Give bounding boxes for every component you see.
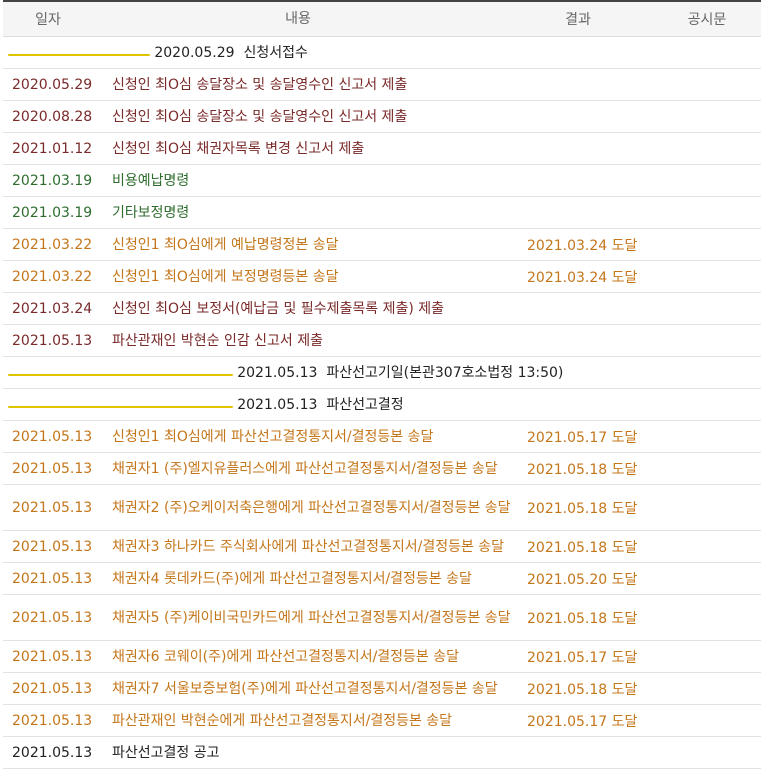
table-row: 2021.01.12 신청인 최O심 채권자목록 변경 신고서 제출 (3, 133, 761, 165)
table-row: 2020.05.29 신청서접수 (3, 37, 761, 69)
row-date: 2021.05.13 (12, 712, 93, 729)
highlight-mark (8, 53, 151, 56)
table-row: 2021.05.13 채권자2 (주)오케이저축은행에게 파산선고결정통지서/결정… (3, 485, 761, 531)
table-body: 2020.05.29 신청서접수 2020.05.29 신청인 최O심 송달장소 및 … (3, 37, 761, 769)
highlight-mark (8, 373, 234, 376)
row-result: 2021.05.17 도달 (527, 713, 638, 730)
row-content: 채권자3 하나카드 주식회사에게 파산선고결정통지서/결정등본 송달 (112, 538, 505, 555)
row-content: 파산선고결정 (326, 396, 404, 413)
row-date: 2021.05.13 (12, 499, 93, 516)
row-result: 2021.05.18 도달 (527, 610, 638, 627)
row-content: 신청인 최O심 채권자목록 변경 신고서 제출 (112, 140, 365, 157)
table-row: 2020.08.28 신청인 최O심 송달장소 및 송달영수인 신고서 제출 (3, 101, 761, 133)
table-header: 일자 내용 결과 공시문 (3, 2, 761, 37)
row-date: 2021.05.13 (12, 570, 93, 587)
table-row: 2020.05.29 신청인 최O심 송달장소 및 송달영수인 신고서 제출 (3, 69, 761, 101)
table-row: 2021.05.13 파산선고결정 공고 (3, 737, 761, 769)
row-date: 2021.03.24 (12, 300, 93, 317)
row-content: 파산관재인 박현순에게 파산선고결정통지서/결정등본 송달 (112, 712, 453, 729)
row-result: 2021.03.24 도달 (527, 269, 638, 286)
row-result: 2021.05.18 도달 (527, 681, 638, 698)
row-result: 2021.05.18 도달 (527, 500, 638, 517)
row-result: 2021.05.20 도달 (527, 571, 638, 588)
table-row: 2021.05.13 채권자5 (주)케이비국민카드에게 파산선고결정통지서/결정… (3, 595, 761, 641)
table-row: 2021.05.13 채권자4 롯데카드(주)에게 파산선고결정통지서/결정등본 … (3, 563, 761, 595)
row-date: 2020.08.28 (12, 108, 93, 125)
case-history-table: 일자 내용 결과 공시문 2020.05.29 신청서접수 2020.05.29 신청… (3, 0, 761, 769)
row-result: 2021.05.17 도달 (527, 649, 638, 666)
row-result: 2021.05.18 도달 (527, 461, 638, 478)
row-date: 2021.03.22 (12, 236, 93, 253)
row-content: 기타보정명령 (112, 204, 190, 221)
row-date: 2021.03.19 (12, 204, 93, 221)
row-date: 2021.05.13 (12, 680, 93, 697)
row-content: 파산선고결정 공고 (112, 744, 220, 761)
table-row: 2021.03.24 신청인 최O심 보정서(예납금 및 필수제출목록 제출) 제… (3, 293, 761, 325)
row-content: 채권자1 (주)엘지유플러스에게 파산선고결정통지서/결정등본 송달 (112, 460, 498, 477)
table-row: 2021.05.13 파산관재인 박현순에게 파산선고결정통지서/결정등본 송달 2… (3, 705, 761, 737)
row-content: 신청인1 최O심에게 파산선고결정통지서/결정등본 송달 (112, 428, 434, 445)
table-row: 2021.05.13 파산선고결정 (3, 389, 761, 421)
table-row: 2021.03.22 신청인1 최O심에게 보정명령등본 송달 2021.03.24… (3, 261, 761, 293)
row-result: 2021.05.18 도달 (527, 539, 638, 556)
row-date: 2021.05.13 (12, 538, 93, 555)
header-date: 일자 (35, 12, 61, 28)
row-date: 2021.05.13 (12, 648, 93, 665)
row-date: 2021.03.22 (12, 268, 93, 285)
row-content: 신청서접수 (243, 44, 308, 61)
table-row: 2021.05.13 신청인1 최O심에게 파산선고결정통지서/결정등본 송달 20… (3, 421, 761, 453)
row-date: 2021.05.13 (12, 609, 93, 626)
row-date: 2021.05.13 (12, 428, 93, 445)
table-row: 2021.05.13 채권자7 서울보증보험(주)에게 파산선고결정통지서/결정등… (3, 673, 761, 705)
row-content: 채권자6 코웨이(주)에게 파산선고결정통지서/결정등본 송달 (112, 648, 460, 665)
table-row: 2021.03.22 신청인1 최O심에게 예납명령정본 송달 2021.03.24… (3, 229, 761, 261)
row-content: 신청인 최O심 송달장소 및 송달영수인 신고서 제출 (112, 108, 408, 125)
row-date: 2021.05.13 (237, 364, 318, 381)
row-content: 채권자4 롯데카드(주)에게 파산선고결정통지서/결정등본 송달 (112, 570, 472, 587)
row-date: 2021.03.19 (12, 172, 93, 189)
table-row: 2021.05.13 파산선고기일(본관307호소법정 13:50) (3, 357, 761, 389)
row-result: 2021.03.24 도달 (527, 237, 638, 254)
row-content: 채권자2 (주)오케이저축은행에게 파산선고결정통지서/결정등본 송달 (112, 499, 511, 516)
table-row: 2021.03.19 기타보정명령 (3, 197, 761, 229)
row-date: 2021.05.13 (237, 396, 318, 413)
row-content: 신청인1 최O심에게 예납명령정본 송달 (112, 236, 339, 253)
row-date: 2021.05.13 (12, 460, 93, 477)
highlight-mark (8, 405, 234, 408)
row-date: 2021.05.13 (12, 744, 93, 761)
table-row: 2021.05.13 채권자1 (주)엘지유플러스에게 파산선고결정통지서/결정등… (3, 453, 761, 485)
row-content: 신청인 최O심 보정서(예납금 및 필수제출목록 제출) 제출 (112, 300, 445, 317)
row-content: 파산선고기일(본관307호소법정 13:50) (326, 364, 564, 381)
row-content: 신청인 최O심 송달장소 및 송달영수인 신고서 제출 (112, 76, 408, 93)
row-date: 2021.01.12 (12, 140, 93, 157)
row-date: 2020.05.29 (154, 44, 235, 61)
table-row: 2021.05.13 파산관재인 박현순 인감 신고서 제출 (3, 325, 761, 357)
row-content: 파산관재인 박현순 인감 신고서 제출 (112, 332, 323, 349)
header-result: 결과 (565, 12, 591, 28)
row-content: 신청인1 최O심에게 보정명령등본 송달 (112, 268, 339, 285)
table-row: 2021.03.19 비용예납명령 (3, 165, 761, 197)
table-row: 2021.05.13 채권자6 코웨이(주)에게 파산선고결정통지서/결정등본 송… (3, 641, 761, 673)
header-content: 내용 (285, 11, 311, 27)
row-date: 2020.05.29 (12, 76, 93, 93)
row-date: 2021.05.13 (12, 332, 93, 349)
header-notice: 공시문 (687, 12, 727, 28)
row-result: 2021.05.17 도달 (527, 429, 638, 446)
row-content: 비용예납명령 (112, 172, 190, 189)
row-content: 채권자7 서울보증보험(주)에게 파산선고결정통지서/결정등본 송달 (112, 680, 498, 697)
row-content: 채권자5 (주)케이비국민카드에게 파산선고결정통지서/결정등본 송달 (112, 609, 511, 626)
table-row: 2021.05.13 채권자3 하나카드 주식회사에게 파산선고결정통지서/결정등… (3, 531, 761, 563)
